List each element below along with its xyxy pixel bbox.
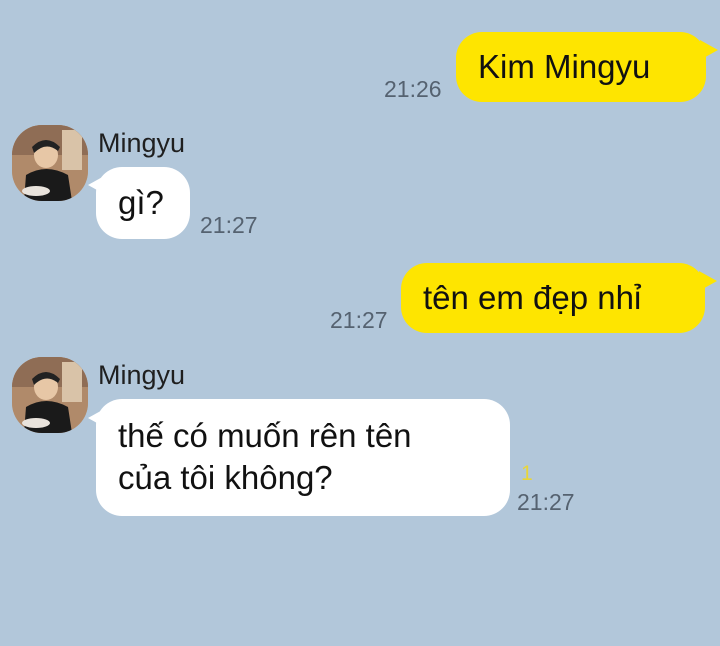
message-time: 21:26 xyxy=(384,76,442,102)
bubble-tail xyxy=(700,40,718,60)
message-text: tên em đẹp nhỉ xyxy=(423,279,642,316)
bubble-tail xyxy=(699,271,717,291)
unread-count: 1 xyxy=(521,462,533,485)
message-text-line: thế có muốn rên tên xyxy=(118,417,412,454)
outgoing-message-bubble[interactable]: Kim Mingyu xyxy=(456,32,706,102)
message-time: 21:27 xyxy=(200,212,258,238)
avatar[interactable] xyxy=(12,125,88,201)
sender-name: Mingyu xyxy=(98,128,186,158)
outgoing-message-bubble[interactable]: tên em đẹp nhỉ xyxy=(401,263,705,333)
incoming-message-bubble[interactable]: thế có muốn rên tên của tôi không? xyxy=(96,399,510,516)
message-time: 21:27 xyxy=(330,307,388,333)
profile-photo-icon xyxy=(12,125,88,201)
profile-photo-icon xyxy=(12,357,88,433)
message-text-line: của tôi không? xyxy=(118,459,333,496)
avatar[interactable] xyxy=(12,357,88,433)
message-time: 21:27 xyxy=(517,489,575,515)
sender-name: Mingyu xyxy=(98,360,186,390)
message-text: gì? xyxy=(118,184,164,221)
incoming-message-bubble[interactable]: gì? xyxy=(96,167,190,239)
message-text: Kim Mingyu xyxy=(478,48,651,85)
